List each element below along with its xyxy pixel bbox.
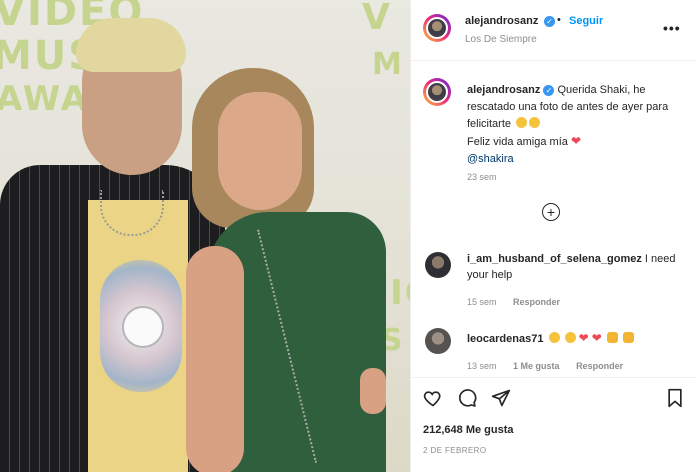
header-divider [411, 60, 696, 61]
comment-body: i_am_husband_of_selena_gomez I need your… [467, 251, 691, 283]
backdrop-text-right-2: M [372, 47, 404, 82]
comment-meta: 15 sem Responder [467, 297, 574, 307]
woman-face [218, 92, 302, 210]
reply-button[interactable]: Responder [513, 297, 560, 307]
author-avatar[interactable] [423, 14, 451, 42]
post-photo[interactable]: VIDEO MUSIC AWARDS V M EO USIC DS [0, 0, 410, 472]
comment-time[interactable]: 15 sem [467, 297, 497, 307]
caption-time[interactable]: 23 sem [467, 172, 497, 182]
comment-body: leocardenas71 ❤ ❤ [467, 330, 691, 347]
author-username[interactable]: alejandrosanz [465, 15, 538, 27]
woman-arm [186, 246, 244, 472]
comment-likes[interactable]: 1 Me gusta [513, 361, 560, 371]
woman-hand [360, 368, 386, 414]
laughing-emoji-icon [529, 117, 541, 128]
share-icon[interactable] [491, 388, 511, 408]
laughing-emoji-icon [516, 117, 528, 128]
heart-eyes-emoji-icon [564, 332, 576, 343]
commenter-avatar[interactable] [425, 252, 451, 278]
comment-meta: 13 sem 1 Me gusta Responder [467, 361, 637, 371]
likes-count[interactable]: 212,648 Me gusta [423, 424, 514, 436]
commenter-avatar[interactable] [425, 328, 451, 354]
follow-button[interactable]: Seguir [569, 15, 603, 27]
heart-eyes-emoji-icon [548, 332, 560, 343]
man-hair [76, 18, 186, 72]
comment-icon[interactable] [457, 388, 477, 408]
comment-time[interactable]: 13 sem [467, 361, 497, 371]
post-location[interactable]: Los De Siempre [465, 34, 537, 45]
load-more-icon[interactable]: + [542, 203, 560, 221]
mention-link[interactable]: @shakira [467, 153, 514, 165]
comment-username[interactable]: i_am_husband_of_selena_gomez [467, 253, 642, 265]
header-separator: • [557, 14, 561, 26]
clapping-hands-emoji-icon [606, 332, 618, 343]
more-options-icon[interactable]: ••• [663, 20, 681, 36]
heart-icon[interactable] [423, 388, 443, 408]
clapping-hands-emoji-icon [622, 332, 634, 343]
comment-username[interactable]: leocardenas71 [467, 333, 543, 345]
actions-divider [411, 377, 696, 378]
save-icon[interactable] [665, 388, 685, 408]
verified-icon: ✓ [543, 85, 555, 96]
caption-avatar[interactable] [423, 78, 451, 106]
verified-icon: ✓ [544, 16, 555, 27]
reply-button[interactable]: Responder [576, 361, 623, 371]
backdrop-text-right-1: V [362, 0, 392, 38]
red-heart-emoji-icon: ❤ [570, 134, 581, 148]
action-bar [423, 388, 685, 410]
tshirt-disc-graphic [122, 306, 164, 348]
instagram-post: VIDEO MUSIC AWARDS V M EO USIC DS alejan… [0, 0, 696, 472]
post-date[interactable]: 2 DE FEBRERO [423, 446, 486, 455]
caption-wish: Feliz vida amiga mía [467, 136, 568, 148]
red-heart-emoji-icon: ❤ [578, 331, 589, 345]
red-heart-emoji-icon: ❤ [591, 331, 602, 345]
post-caption: alejandrosanz ✓ Querida Shaki, he rescat… [467, 82, 689, 168]
post-sidebar: alejandrosanz ✓ • Seguir Los De Siempre … [410, 0, 696, 472]
caption-username[interactable]: alejandrosanz [467, 84, 540, 96]
